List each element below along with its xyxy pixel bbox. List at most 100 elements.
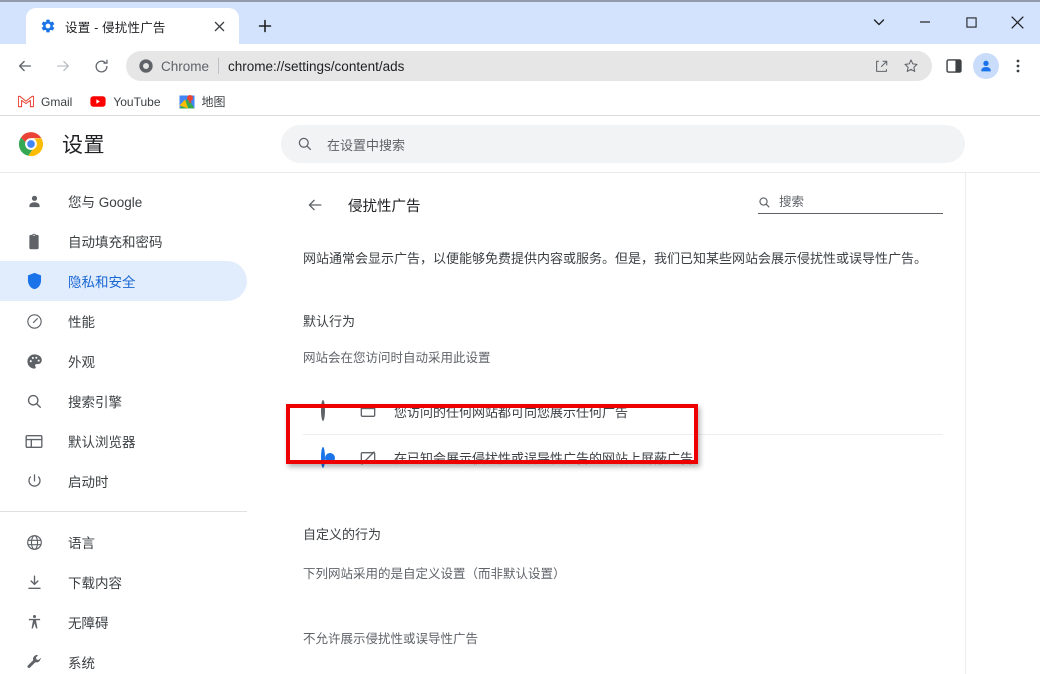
sidebar-item-search-engine[interactable]: 搜索引擎: [0, 381, 247, 421]
avatar-icon[interactable]: [973, 53, 999, 79]
window-controls: [856, 0, 1040, 44]
download-icon: [24, 572, 44, 592]
sidebar-item-label: 您与 Google: [68, 195, 143, 210]
page-title: 设置: [62, 134, 105, 157]
search-icon: [24, 391, 44, 411]
sidebar-item-system[interactable]: 系统: [0, 642, 247, 674]
address-bar-url: chrome://settings/content/ads: [228, 58, 405, 74]
omnibox-divider: [218, 58, 220, 74]
chrome-logo-icon: [18, 131, 44, 157]
page-description: 网站通常会显示广告，以便能够免费提供内容或服务。但是，我们已知某些网站会展示侵扰…: [303, 251, 928, 266]
default-behavior-radio-group: 您访问的任何网站都可向您展示任何广告 在已知会展示侵扰性或误导性广告的网站上屏蔽…: [303, 388, 943, 480]
sidebar-divider: [0, 511, 247, 512]
inline-search-input[interactable]: 搜索: [758, 191, 943, 214]
maps-icon: [179, 94, 195, 110]
omnibox-actions: [868, 53, 924, 79]
sidebar-item-label: 外观: [68, 355, 95, 370]
browser-toolbar: Chrome chrome://settings/content/ads: [0, 44, 1040, 88]
sidebar-item-label: 无障碍: [68, 616, 109, 631]
settings-sidebar: 您与 Google 自动填充和密码 隐私和安全 性能 外观 搜索引擎 默认浏览器…: [0, 173, 281, 674]
tab-title: 设置 - 侵扰性广告: [65, 20, 166, 35]
content-card: 侵扰性广告 搜索 网站通常会显示广告，以便能够免费提供内容或服务。但是，我们已知…: [281, 173, 966, 674]
star-icon[interactable]: [898, 53, 924, 79]
custom-behavior-sub: 下列网站采用的是自定义设置（而非默认设置）: [303, 567, 566, 582]
option-label: 您访问的任何网站都可向您展示任何广告: [394, 404, 629, 420]
chrome-badge: Chrome: [138, 58, 209, 74]
settings-body: 您与 Google 自动填充和密码 隐私和安全 性能 外观 搜索引擎 默认浏览器…: [0, 172, 1040, 674]
new-tab-button[interactable]: [251, 12, 279, 40]
sidebar-item-you-and-google[interactable]: 您与 Google: [0, 181, 247, 221]
sidebar-item-accessibility[interactable]: 无障碍: [0, 602, 247, 642]
not-allowed-label: 不允许展示侵扰性或误导性广告: [303, 632, 479, 647]
sidebar-item-label: 默认浏览器: [68, 435, 136, 450]
content-inner: 侵扰性广告 搜索 网站通常会显示广告，以便能够免费提供内容或服务。但是，我们已知…: [281, 173, 965, 674]
ad-window-icon: [358, 401, 378, 421]
maximize-icon[interactable]: [948, 0, 994, 44]
sidebar-item-performance[interactable]: 性能: [0, 301, 247, 341]
close-icon[interactable]: [209, 16, 229, 36]
browser-window: 设置 - 侵扰性广告 Chrome chrome://settings/cont…: [0, 0, 1040, 674]
option-label: 在已知会展示侵扰性或误导性广告的网站上屏蔽广告: [394, 451, 694, 467]
sidebar-item-label: 系统: [68, 656, 95, 671]
option-allow-all-ads[interactable]: 您访问的任何网站都可向您展示任何广告: [303, 388, 943, 434]
side-panel-icon[interactable]: [940, 52, 968, 80]
tab-search-icon[interactable]: [856, 0, 902, 44]
sidebar-item-label: 性能: [68, 315, 95, 330]
accessibility-icon: [24, 612, 44, 632]
toolbar-right-icons: [940, 52, 1032, 80]
subpage-title: 侵扰性广告: [348, 198, 421, 215]
shield-icon: [24, 271, 44, 291]
tab-strip: 设置 - 侵扰性广告: [0, 0, 1040, 44]
sidebar-item-appearance[interactable]: 外观: [0, 341, 247, 381]
speedometer-icon: [24, 311, 44, 331]
sidebar-item-label: 启动时: [68, 475, 109, 490]
wrench-icon: [24, 652, 44, 672]
bookmark-maps[interactable]: 地图: [171, 91, 234, 113]
sidebar-item-label: 语言: [68, 536, 95, 551]
address-bar[interactable]: Chrome chrome://settings/content/ads: [126, 51, 932, 81]
back-arrow-icon[interactable]: [303, 193, 327, 217]
radio-checked-icon[interactable]: [321, 446, 339, 468]
palette-icon: [24, 351, 44, 371]
back-arrow-icon[interactable]: [10, 51, 40, 81]
minimize-icon[interactable]: [902, 0, 948, 44]
sidebar-item-downloads[interactable]: 下载内容: [0, 562, 247, 602]
reload-icon[interactable]: [86, 51, 116, 81]
share-icon[interactable]: [868, 53, 894, 79]
gmail-icon: [18, 94, 34, 110]
sidebar-item-label: 隐私和安全: [68, 275, 136, 290]
default-behavior-sub: 网站会在您访问时自动采用此设置: [303, 351, 491, 366]
sidebar-item-on-startup[interactable]: 启动时: [0, 461, 247, 501]
power-icon: [24, 471, 44, 491]
search-placeholder: 在设置中搜索: [327, 137, 406, 153]
sidebar-item-privacy-and-security[interactable]: 隐私和安全: [0, 261, 247, 301]
subpage-header: 侵扰性广告 搜索: [303, 191, 943, 219]
bookmarks-bar: Gmail YouTube 地图: [0, 88, 1040, 116]
globe-icon: [24, 532, 44, 552]
browser-tab[interactable]: 设置 - 侵扰性广告: [26, 8, 239, 44]
chrome-badge-label: Chrome: [161, 58, 210, 74]
bookmark-youtube[interactable]: YouTube: [82, 91, 168, 113]
forward-arrow-icon[interactable]: [48, 51, 78, 81]
sidebar-item-languages[interactable]: 语言: [0, 522, 247, 562]
search-input[interactable]: 在设置中搜索: [281, 125, 965, 163]
inline-search-placeholder: 搜索: [779, 195, 805, 209]
settings-main: 侵扰性广告 搜索 网站通常会显示广告，以便能够免费提供内容或服务。但是，我们已知…: [281, 173, 1040, 674]
clipboard-icon: [24, 231, 44, 251]
bookmark-label: YouTube: [113, 94, 161, 109]
bookmark-label: Gmail: [41, 94, 73, 109]
bookmark-gmail[interactable]: Gmail: [10, 91, 80, 113]
window-close-icon[interactable]: [994, 0, 1040, 44]
option-block-intrusive-ads[interactable]: 在已知会展示侵扰性或误导性广告的网站上屏蔽广告: [303, 434, 943, 480]
custom-behavior-label: 自定义的行为: [303, 527, 382, 543]
search-icon: [297, 136, 313, 152]
three-dots-icon[interactable]: [1004, 52, 1032, 80]
sidebar-item-label: 下载内容: [68, 576, 122, 591]
sidebar-item-default-browser[interactable]: 默认浏览器: [0, 421, 247, 461]
sidebar-item-label: 搜索引擎: [68, 395, 122, 410]
default-behavior-label: 默认行为: [303, 314, 356, 330]
radio-unchecked-icon[interactable]: [321, 400, 339, 422]
sidebar-item-autofill[interactable]: 自动填充和密码: [0, 221, 247, 261]
sidebar-item-label: 自动填充和密码: [68, 235, 163, 250]
person-icon: [24, 191, 44, 211]
